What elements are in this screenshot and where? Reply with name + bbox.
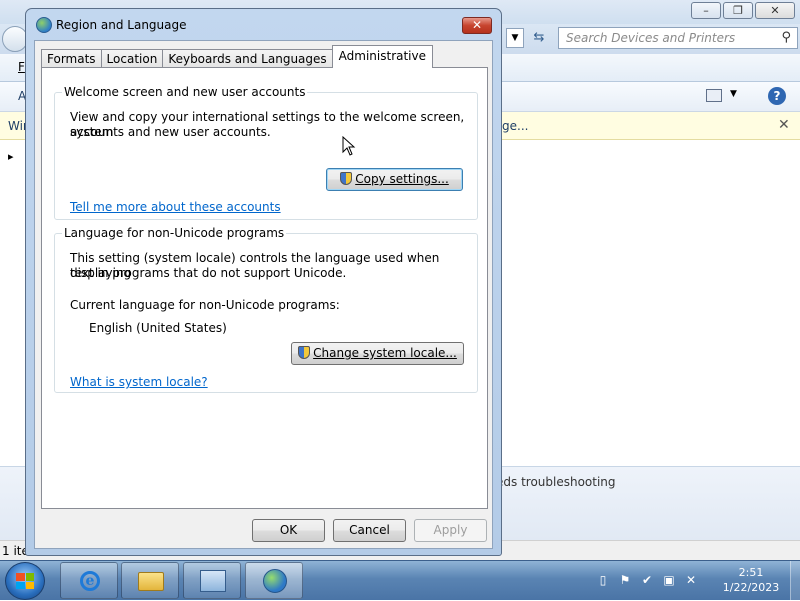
system-tray: ▯ ⚑ ✔ ▣ ✕	[596, 572, 698, 588]
uac-shield-icon	[298, 346, 311, 359]
clock-date: 1/22/2023	[722, 581, 780, 594]
change-system-locale-label: Change system locale...	[313, 346, 457, 360]
ok-button[interactable]: OK	[252, 519, 325, 542]
change-system-locale-button[interactable]: Change system locale...	[291, 342, 464, 365]
search-icon[interactable]: ⚲	[781, 30, 791, 45]
copy-settings-button[interactable]: Copy settings...	[326, 168, 463, 191]
clock-time: 2:51	[738, 566, 764, 579]
minimize-button[interactable]: –	[691, 2, 721, 19]
dialog-title: Region and Language	[56, 18, 187, 32]
welcome-screen-group: Welcome screen and new user accounts Vie…	[54, 85, 478, 220]
windows-logo-icon	[16, 573, 34, 589]
welcome-description-line2: accounts and new user accounts.	[70, 125, 271, 139]
tree-expander-icon[interactable]: ▸	[8, 150, 14, 163]
non-unicode-group: Language for non-Unicode programs This s…	[54, 226, 478, 393]
current-language-value: English (United States)	[89, 321, 227, 335]
tab-administrative[interactable]: Administrative	[331, 45, 434, 68]
taskbar-control-panel[interactable]	[183, 562, 241, 599]
address-dropdown-icon[interactable]: ▼	[506, 28, 524, 48]
change-view-icon[interactable]	[706, 89, 722, 102]
volume-muted-icon[interactable]: ✕	[684, 572, 698, 588]
uac-shield-icon	[340, 172, 353, 185]
administrative-panel: Welcome screen and new user accounts Vie…	[41, 67, 488, 509]
folder-icon	[138, 572, 164, 591]
dialog-close-button[interactable]: ✕	[462, 17, 492, 34]
action-center-icon[interactable]: ▯	[596, 572, 610, 588]
view-dropdown-icon[interactable]: ▼	[730, 89, 737, 99]
taskbar-internet-explorer[interactable]: e	[60, 562, 118, 599]
bg-menu-file[interactable]: F	[18, 60, 25, 74]
copy-settings-label: Copy settings...	[355, 172, 449, 186]
security-icon[interactable]: ✔	[640, 572, 654, 588]
info-bar-text-right: ge...	[502, 119, 529, 133]
dialog-client-area: Formats Location Keyboards and Languages…	[34, 40, 493, 549]
tab-location[interactable]: Location	[100, 49, 164, 68]
welcome-group-title: Welcome screen and new user accounts	[62, 85, 308, 99]
show-desktop-button[interactable]	[790, 561, 800, 601]
region-globe-icon	[263, 569, 287, 593]
clock[interactable]: 2:51 1/22/2023	[716, 565, 786, 595]
start-button[interactable]	[5, 562, 45, 600]
tab-strip: Formats Location Keyboards and Languages…	[41, 45, 434, 68]
what-is-system-locale-link[interactable]: What is system locale?	[70, 375, 208, 389]
non-unicode-description-line2: text in programs that do not support Uni…	[70, 266, 347, 280]
refresh-icon[interactable]: ⇆	[528, 28, 550, 48]
tell-me-more-link[interactable]: Tell me more about these accounts	[70, 200, 281, 214]
region-and-language-dialog: Region and Language ✕ Formats Location K…	[25, 8, 502, 556]
tab-formats[interactable]: Formats	[41, 49, 102, 68]
control-panel-icon	[200, 570, 226, 592]
globe-icon	[36, 17, 52, 33]
tab-keyboards-and-languages[interactable]: Keyboards and Languages	[162, 49, 333, 68]
taskbar-region-and-language[interactable]	[245, 562, 303, 599]
taskbar: e ▯ ⚑ ✔ ▣ ✕ 2:51 1/22/2023	[0, 560, 800, 601]
bg-window-controls: – ❐ ✕	[691, 2, 795, 19]
help-icon[interactable]: ?	[768, 87, 786, 105]
non-unicode-group-title: Language for non-Unicode programs	[62, 226, 287, 240]
details-text: eds troubleshooting	[496, 475, 616, 489]
internet-explorer-icon: e	[80, 571, 100, 591]
search-placeholder: Search Devices and Printers	[566, 31, 736, 45]
mouse-cursor-icon	[342, 136, 356, 156]
taskbar-windows-explorer[interactable]	[121, 562, 179, 599]
cancel-button[interactable]: Cancel	[333, 519, 406, 542]
maximize-button[interactable]: ❐	[723, 2, 753, 19]
info-bar-close-icon[interactable]: ✕	[778, 117, 790, 133]
apply-button[interactable]: Apply	[414, 519, 487, 542]
flag-icon[interactable]: ⚑	[618, 572, 632, 588]
bg-close-button[interactable]: ✕	[755, 2, 795, 19]
network-icon[interactable]: ▣	[662, 572, 676, 588]
search-box[interactable]: Search Devices and Printers ⚲	[558, 27, 798, 49]
current-language-label: Current language for non-Unicode program…	[70, 298, 340, 312]
